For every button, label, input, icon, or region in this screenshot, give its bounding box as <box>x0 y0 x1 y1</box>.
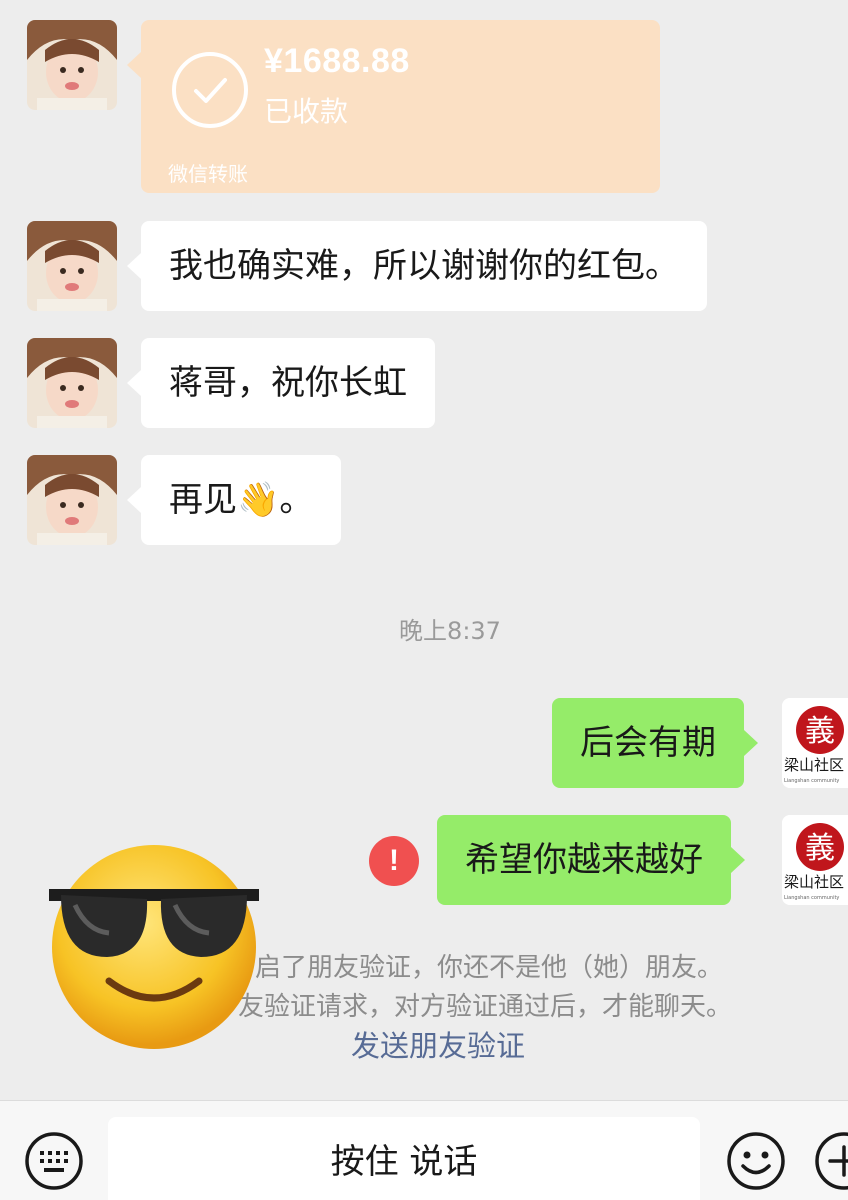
self-avatar[interactable]: 義 梁山社区 Liangshan community <box>782 815 848 905</box>
system-notice-line: 友验证请求，对方验证通过后，才能聊天。 <box>238 992 733 1022</box>
hold-to-talk-button[interactable]: 按住 说话 <box>108 1117 700 1200</box>
message-timestamp: 晚上8:37 <box>399 617 501 645</box>
plus-icon[interactable] <box>814 1131 848 1191</box>
transfer-status: 已收款 <box>264 95 349 128</box>
transfer-card[interactable]: ¥1688.88 已收款 微信转账 <box>127 20 660 193</box>
emoji-icon[interactable] <box>726 1131 786 1191</box>
sent-message-bubble[interactable]: 后会有期 <box>552 698 758 788</box>
svg-text:Liangshan community: Liangshan community <box>784 778 839 784</box>
self-avatar[interactable]: 義 梁山社区 Liangshan community <box>782 698 848 788</box>
keyboard-icon[interactable] <box>24 1131 84 1191</box>
message-bubble[interactable]: 再见👋。 <box>126 455 342 545</box>
transfer-amount: ¥1688.88 <box>264 42 410 80</box>
contact-avatar[interactable] <box>27 455 117 545</box>
svg-text:義: 義 <box>805 714 835 749</box>
contact-avatar[interactable] <box>27 221 117 311</box>
svg-text:梁山社区: 梁山社区 <box>784 873 844 891</box>
contact-avatar[interactable] <box>27 338 117 428</box>
contact-avatar[interactable] <box>27 20 117 110</box>
sunglasses-emoji-sticker <box>47 839 261 1051</box>
message-bubble[interactable]: 我也确实难，所以谢谢你的红包。 <box>127 221 707 311</box>
svg-text:梁山社区: 梁山社区 <box>784 756 844 774</box>
check-icon <box>172 52 248 128</box>
send-verification-link[interactable]: 发送朋友验证 <box>351 1023 525 1065</box>
svg-text:義: 義 <box>805 831 835 866</box>
message-bubble[interactable]: 蒋哥，祝你长虹 <box>127 338 435 428</box>
transfer-label: 微信转账 <box>168 162 248 186</box>
sent-message-bubble[interactable]: 希望你越来越好 <box>437 815 745 905</box>
system-notice-line: 启了朋友验证，你还不是他（她）朋友。 <box>255 953 724 983</box>
error-icon[interactable]: ! <box>369 836 419 886</box>
svg-text:Liangshan community: Liangshan community <box>784 895 839 901</box>
